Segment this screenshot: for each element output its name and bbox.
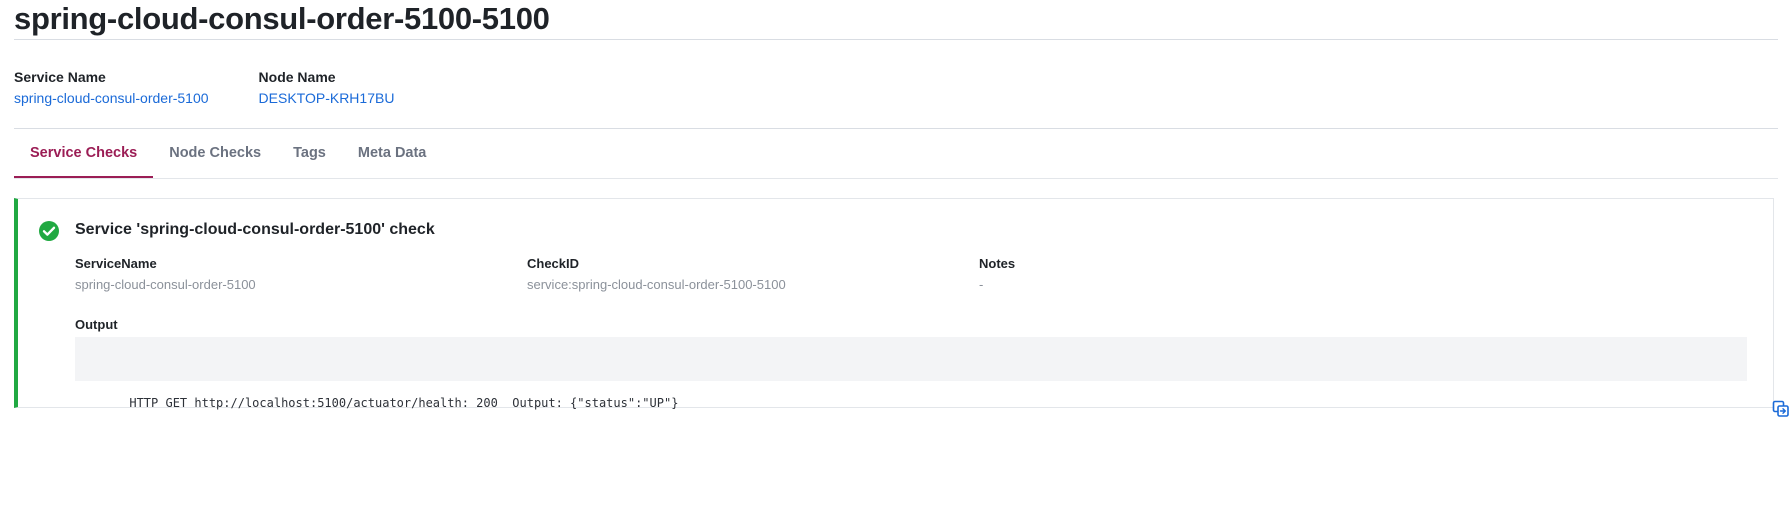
field-label: Notes bbox=[979, 256, 1016, 271]
tab-service-checks[interactable]: Service Checks bbox=[14, 130, 154, 178]
meta-divider bbox=[14, 128, 1778, 129]
service-name-label: Service Name bbox=[14, 69, 106, 85]
field-value: - bbox=[979, 277, 984, 292]
output-box: HTTP GET http://localhost:5100/actuator/… bbox=[75, 337, 1789, 417]
check-circle-icon bbox=[38, 220, 60, 242]
node-name-group: Node Name DESKTOP-KRH17BU bbox=[259, 68, 395, 108]
field-value: service:spring-cloud-consul-order-5100-5… bbox=[527, 277, 786, 292]
health-check-card: Service 'spring-cloud-consul-order-5100'… bbox=[14, 198, 1789, 417]
check-fields: ServiceName spring-cloud-consul-order-51… bbox=[75, 255, 1431, 293]
service-name-link[interactable]: spring-cloud-consul-order-5100 bbox=[14, 89, 209, 108]
field-value: spring-cloud-consul-order-5100 bbox=[75, 277, 256, 292]
node-name-link[interactable]: DESKTOP-KRH17BU bbox=[259, 89, 395, 108]
title-divider bbox=[14, 39, 1778, 40]
field-check-id: CheckID service:spring-cloud-consul-orde… bbox=[527, 255, 979, 293]
node-name-label: Node Name bbox=[258, 69, 336, 85]
output-label: Output bbox=[75, 317, 118, 332]
tab-meta-data[interactable]: Meta Data bbox=[342, 130, 443, 176]
page-title: spring-cloud-consul-order-5100-5100 bbox=[14, 1, 550, 36]
copy-icon[interactable] bbox=[1713, 349, 1789, 417]
field-label: ServiceName bbox=[75, 256, 157, 271]
field-label: CheckID bbox=[527, 256, 580, 271]
field-notes: Notes - bbox=[979, 255, 1431, 293]
tab-divider bbox=[14, 178, 1778, 179]
service-check-page: spring-cloud-consul-order-5100-5100 Serv… bbox=[0, 0, 1790, 421]
service-name-group: Service Name spring-cloud-consul-order-5… bbox=[14, 68, 209, 108]
tab-bar: Service Checks Node Checks Tags Meta Dat… bbox=[14, 130, 1778, 179]
check-title: Service 'spring-cloud-consul-order-5100'… bbox=[75, 221, 435, 238]
tab-node-checks[interactable]: Node Checks bbox=[153, 130, 277, 176]
service-meta: Service Name spring-cloud-consul-order-5… bbox=[14, 68, 394, 108]
output-text: HTTP GET http://localhost:5100/actuator/… bbox=[129, 396, 679, 410]
field-service-name: ServiceName spring-cloud-consul-order-51… bbox=[75, 255, 527, 293]
tab-tags[interactable]: Tags bbox=[277, 130, 342, 176]
